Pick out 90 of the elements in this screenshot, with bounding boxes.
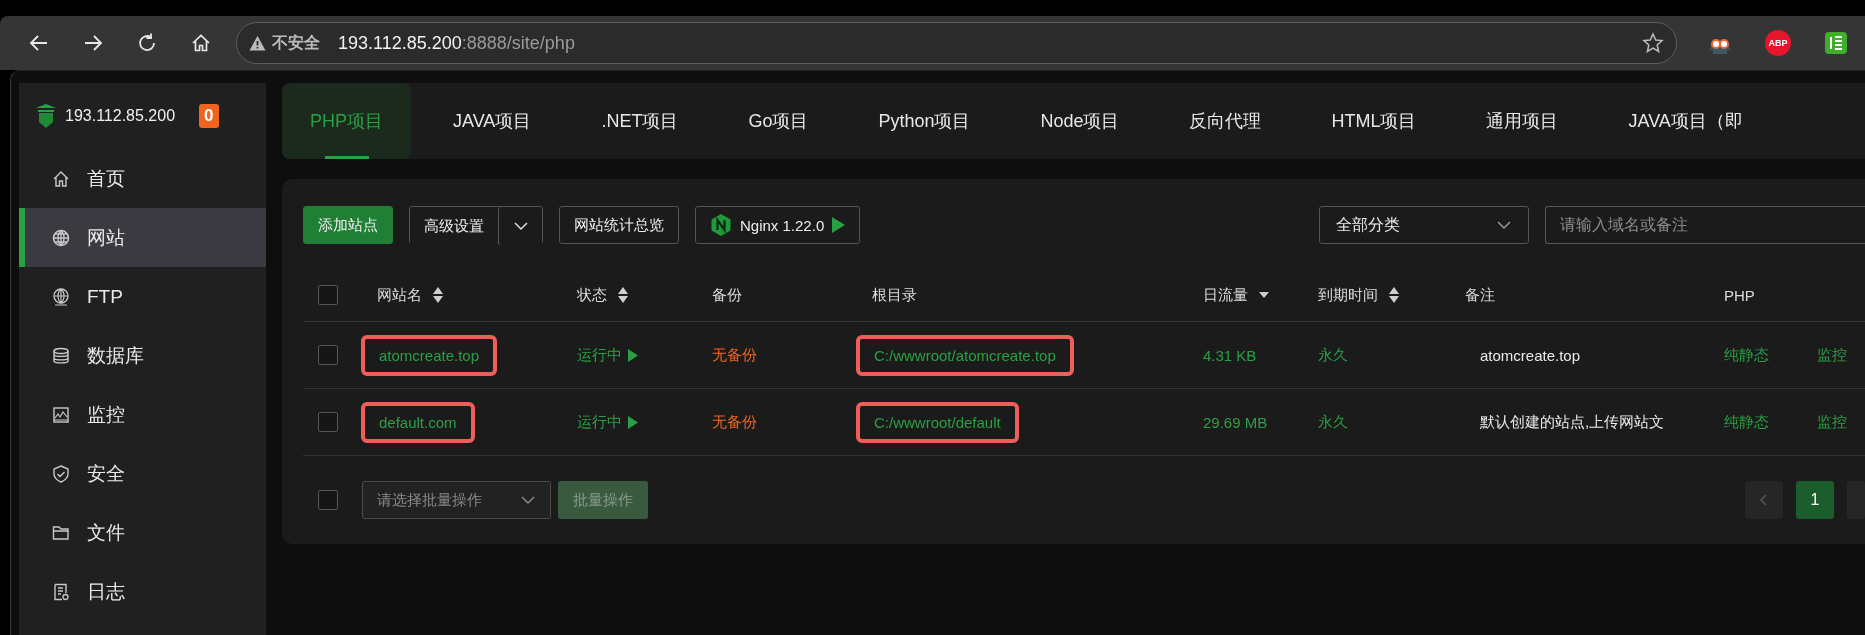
status-link[interactable]: 运行中: [577, 412, 622, 432]
column-header[interactable]: 网站名: [377, 285, 422, 305]
server-address: 193.112.85.200: [65, 107, 176, 125]
sidebar-item[interactable]: 文件: [19, 503, 266, 562]
monitor-link[interactable]: 监控: [1817, 345, 1847, 365]
note-text[interactable]: 默认创建的站点,上传网站文: [1480, 412, 1665, 432]
shield-icon: [51, 463, 71, 484]
tab[interactable]: JAVA项目: [425, 83, 560, 159]
checkbox[interactable]: [318, 345, 338, 365]
database-icon: [51, 345, 71, 366]
reload-icon[interactable]: [136, 32, 158, 54]
document-icon: [51, 581, 71, 602]
column-header[interactable]: 状态: [577, 285, 607, 305]
sidebar-label: FTP: [87, 285, 123, 308]
sidebar-label: 网站: [87, 225, 125, 250]
column-header: 备注: [1465, 285, 1495, 305]
checkbox[interactable]: [318, 412, 338, 432]
globe-icon: [51, 286, 71, 307]
search-field[interactable]: 请输入域名或备注: [1545, 206, 1865, 244]
highlighted-path-link[interactable]: C:/wwwroot/default: [856, 401, 1019, 443]
batch-action-select[interactable]: 请选择批量操作: [362, 481, 551, 519]
sidebar-label: 文件: [87, 520, 125, 545]
tab[interactable]: Python项目: [850, 83, 999, 159]
highlighted-site-link[interactable]: default.com: [361, 401, 475, 443]
nginx-label: Nginx 1.22.0: [740, 216, 825, 234]
highlighted-site-link[interactable]: atomcreate.top: [361, 334, 498, 376]
sidebar-item[interactable]: 网站: [19, 208, 266, 267]
tab[interactable]: 通用项目: [1458, 83, 1587, 159]
page-button[interactable]: 1: [1796, 481, 1834, 519]
security-label[interactable]: 不安全: [272, 32, 320, 54]
tab[interactable]: .NET项目: [573, 83, 707, 159]
globe-icon: [51, 227, 71, 248]
tab[interactable]: Node项目: [1012, 83, 1148, 159]
add-site-button[interactable]: 添加站点: [303, 206, 393, 244]
tab[interactable]: JAVA项目（即: [1600, 83, 1771, 159]
sidebar-label: 监控: [87, 402, 125, 427]
sidebar-label: 安全: [87, 461, 125, 486]
chart-icon: [51, 404, 71, 425]
sidebar-item[interactable]: 数据库: [19, 326, 266, 385]
sidebar-item[interactable]: 首页: [19, 149, 266, 208]
sidebar-label: 日志: [87, 579, 125, 604]
sort-icon[interactable]: [617, 286, 629, 304]
advanced-settings-button[interactable]: 高级设置: [410, 207, 498, 245]
sidebar-label: 首页: [87, 166, 125, 191]
extension-icon[interactable]: [1823, 30, 1849, 56]
logo-icon: [35, 103, 57, 129]
sidebar-item[interactable]: 监控: [19, 385, 266, 444]
warning-icon: [249, 34, 266, 52]
sidebar-label: 数据库: [87, 343, 144, 368]
note-text[interactable]: atomcreate.top: [1480, 346, 1581, 364]
nginx-button[interactable]: Nginx 1.22.0: [695, 206, 861, 244]
column-header[interactable]: 到期时间: [1318, 285, 1378, 305]
sidebar-item[interactable]: 日志: [19, 562, 266, 621]
url-text: 193.112.85.200:8888/site/php: [338, 32, 575, 54]
advanced-settings-dropdown[interactable]: 高级设置: [409, 206, 543, 244]
traffic-value: 4.31 KB: [1203, 346, 1257, 364]
expiry-link[interactable]: 永久: [1318, 345, 1348, 365]
sort-icon[interactable]: [1388, 286, 1400, 304]
backup-link[interactable]: 无备份: [712, 345, 757, 365]
php-version-link[interactable]: 纯静态: [1724, 412, 1769, 432]
play-icon[interactable]: [628, 348, 638, 362]
adblock-icon[interactable]: ABP: [1765, 30, 1791, 56]
category-select[interactable]: 全部分类: [1319, 206, 1529, 244]
tab[interactable]: PHP项目: [282, 83, 411, 159]
highlighted-path-link[interactable]: C:/wwwroot/atomcreate.top: [856, 334, 1074, 376]
checkbox[interactable]: [318, 490, 338, 510]
monitor-link[interactable]: 监控: [1817, 412, 1847, 432]
play-icon: [832, 217, 846, 233]
sidebar-item[interactable]: 安全: [19, 444, 266, 503]
tab[interactable]: 反向代理: [1161, 83, 1290, 159]
sort-icon[interactable]: [432, 286, 444, 304]
column-header: PHP: [1724, 286, 1755, 304]
expiry-link[interactable]: 永久: [1318, 412, 1348, 432]
bookmark-star-icon[interactable]: [1642, 32, 1664, 54]
status-link[interactable]: 运行中: [577, 345, 622, 365]
home-icon[interactable]: [190, 32, 212, 54]
play-icon[interactable]: [628, 415, 638, 429]
column-header: 根目录: [872, 285, 917, 305]
site-stats-button[interactable]: 网站统计总览: [559, 206, 679, 244]
tab[interactable]: HTML项目: [1303, 83, 1445, 159]
backup-link[interactable]: 无备份: [712, 412, 757, 432]
hexagon-icon: [710, 213, 732, 237]
tab[interactable]: Go项目: [720, 83, 837, 159]
column-header[interactable]: 日流量: [1203, 285, 1248, 305]
sidebar-item[interactable]: FTP: [19, 267, 266, 326]
address-bar[interactable]: 不安全 193.112.85.200:8888/site/php: [236, 22, 1677, 64]
checkbox[interactable]: [318, 285, 338, 305]
column-header: 备份: [712, 285, 742, 305]
php-version-link[interactable]: 纯静态: [1724, 345, 1769, 365]
traffic-value: 29.69 MB: [1203, 413, 1268, 431]
